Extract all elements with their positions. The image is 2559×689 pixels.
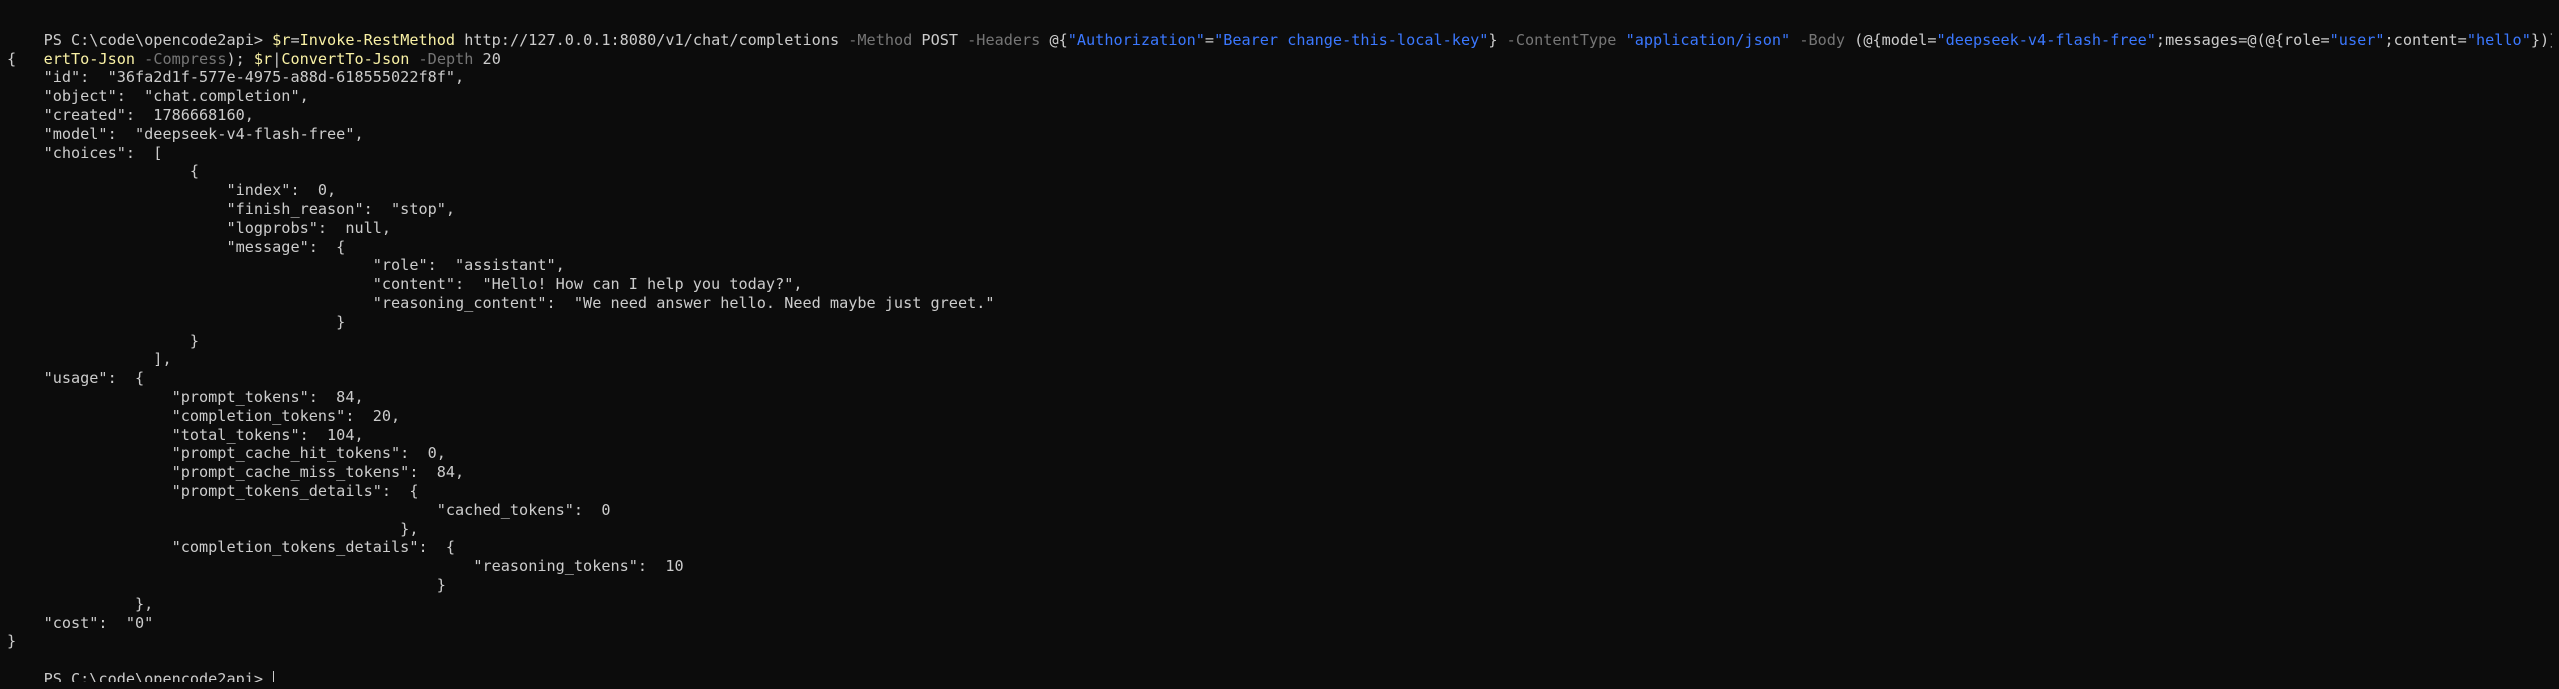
command-token: ;messages=@(@{role= bbox=[2155, 30, 2330, 49]
command-token bbox=[409, 50, 418, 68]
text-cursor bbox=[273, 670, 275, 682]
output-line: "cost": "0" bbox=[7, 613, 154, 632]
command-token: })}| bbox=[2530, 30, 2552, 49]
command-token: http://127.0.0.1:8080/v1/chat/completion… bbox=[455, 30, 849, 49]
output-line: }, bbox=[7, 519, 419, 538]
command-token: ConvertTo-Json bbox=[281, 49, 410, 68]
command-token: = bbox=[290, 30, 300, 49]
output-line: "total_tokens": 104, bbox=[7, 425, 364, 444]
command-token: -Body bbox=[1799, 30, 1846, 49]
command-token: -ContentType bbox=[1506, 30, 1617, 49]
output-line: "id": "36fa2d1f-577e-4975-a88d-618555022… bbox=[7, 68, 465, 87]
command-token: $r bbox=[272, 30, 291, 49]
output-line: "cached_tokens": 0 bbox=[7, 500, 611, 519]
output-line: "message": { bbox=[7, 237, 346, 256]
output-line: "reasoning_tokens": 10 bbox=[7, 557, 684, 576]
command-token: @{ bbox=[1040, 30, 1068, 49]
command-token: ); bbox=[226, 49, 254, 68]
output-line: } bbox=[7, 312, 346, 331]
command-line: PS C:\code\opencode2api> $r=Invoke-RestM… bbox=[7, 12, 2552, 49]
output-line: { bbox=[7, 162, 200, 181]
output-line: ], bbox=[7, 350, 172, 369]
command-token: -Method bbox=[848, 30, 913, 49]
output-line: "prompt_tokens": 84, bbox=[7, 387, 364, 406]
output-line: "index": 0, bbox=[7, 181, 337, 200]
output-line: "role": "assistant", bbox=[7, 256, 565, 275]
command-wrap-tokens: ertTo-Json -Compress); $r|ConvertTo-Json… bbox=[44, 50, 501, 68]
output-line: "completion_tokens_details": { bbox=[7, 538, 456, 557]
command-token bbox=[1790, 31, 1799, 49]
command-token: } bbox=[1488, 30, 1507, 49]
final-prompt: PS C:\code\opencode2api> bbox=[43, 669, 273, 682]
command-token: -Compress bbox=[144, 49, 227, 68]
command-token bbox=[135, 50, 144, 68]
output-line: "logprobs": null, bbox=[7, 218, 392, 237]
output-line: } bbox=[7, 632, 17, 651]
command-token: = bbox=[1204, 30, 1215, 49]
command-token: "deepseek-v4-flash-free" bbox=[1936, 30, 2156, 49]
command-token: "Bearer change-this-local-key" bbox=[1214, 30, 1489, 49]
output-line: } bbox=[7, 331, 200, 350]
command-token: ertTo-Json bbox=[43, 49, 136, 68]
output-line: "choices": [ bbox=[7, 143, 163, 162]
output-line: "completion_tokens": 20, bbox=[7, 406, 401, 425]
command-token bbox=[1616, 31, 1625, 49]
output-line: "reasoning_content": "We need answer hel… bbox=[7, 293, 995, 312]
output-line: "finish_reason": "stop", bbox=[7, 199, 456, 218]
output-line: "prompt_cache_hit_tokens": 0, bbox=[7, 444, 446, 463]
output-line: "usage": { bbox=[7, 369, 145, 388]
command-token: 20 bbox=[473, 49, 501, 68]
command-token: Invoke-RestMethod bbox=[299, 30, 456, 49]
output-line: "prompt_tokens_details": { bbox=[7, 481, 419, 500]
command-token: "Authorization" bbox=[1067, 30, 1205, 49]
command-token: ;content= bbox=[2384, 30, 2467, 49]
output-line: "object": "chat.completion", bbox=[7, 87, 309, 106]
output-line: }, bbox=[7, 594, 154, 613]
command-token: (@{model= bbox=[1845, 30, 1937, 49]
terminal-window[interactable]: PS C:\code\opencode2api> $r=Invoke-RestM… bbox=[7, 12, 2552, 682]
command-token: POST bbox=[912, 30, 968, 49]
output-line: } bbox=[7, 575, 446, 594]
command-tokens: $r=Invoke-RestMethod http://127.0.0.1:80… bbox=[272, 31, 2552, 49]
command-token: $r bbox=[253, 49, 273, 68]
command-token: -Headers bbox=[967, 30, 1041, 49]
command-output: { "id": "36fa2d1f-577e-4975-a88d-6185550… bbox=[7, 50, 2552, 652]
command-token: "hello" bbox=[2466, 30, 2531, 49]
command-token: "user" bbox=[2329, 30, 2385, 49]
command-token: -Depth bbox=[418, 49, 474, 68]
command-token: | bbox=[272, 49, 282, 68]
final-prompt-line[interactable]: PS C:\code\opencode2api> bbox=[7, 651, 2552, 682]
output-line: "model": "deepseek-v4-flash-free", bbox=[7, 124, 364, 143]
output-line: "created": 1786668160, bbox=[7, 105, 254, 124]
output-line: "prompt_cache_miss_tokens": 84, bbox=[7, 463, 465, 482]
command-token: "application/json" bbox=[1625, 30, 1791, 49]
output-line: "content": "Hello! How can I help you to… bbox=[7, 275, 803, 294]
command-prompt: PS C:\code\opencode2api> bbox=[43, 30, 273, 49]
